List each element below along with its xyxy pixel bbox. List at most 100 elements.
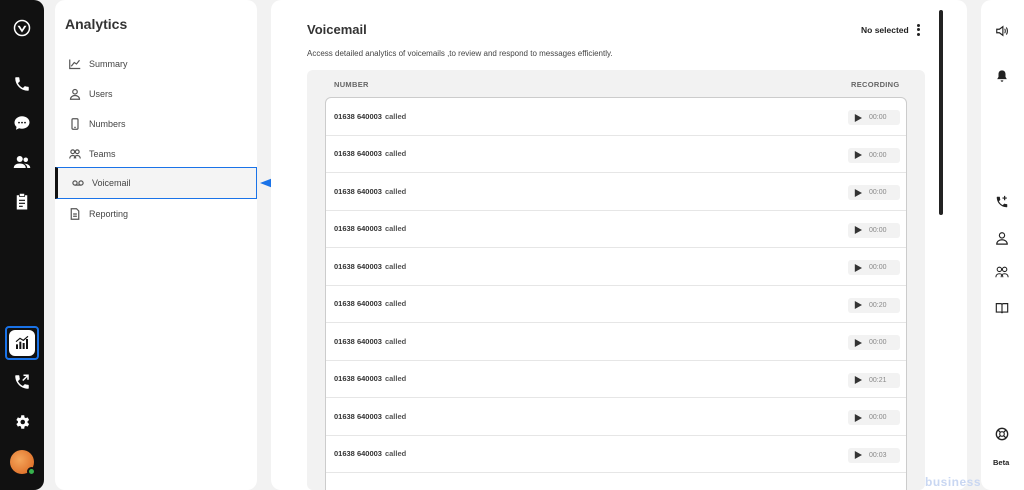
call-status: called [384,261,407,271]
table-row[interactable]: 01638 640003 called 00:21 [326,361,906,398]
call-status: called [384,149,407,159]
bell-icon[interactable] [992,66,1012,86]
table-row[interactable]: 01638 640003 called 00:00 [326,323,906,361]
book-icon[interactable] [992,298,1012,318]
analytics-nav-panel: Analytics Summary Users Numbers Teams Vo… [55,0,257,490]
caller-number: 01638 640003 [334,186,382,196]
nav-item-teams[interactable]: Teams [55,138,257,170]
play-recording-button[interactable]: 00:03 [848,447,900,463]
play-icon [854,113,862,122]
voicemail-panel: Voicemail Access detailed analytics of v… [271,0,967,490]
settings-icon[interactable] [6,406,38,438]
analytics-icon[interactable] [5,326,39,360]
table-row[interactable]: 01638 640003 called 00:00 [326,248,906,286]
caller-number: 01638 640003 [334,336,382,346]
play-icon [854,151,862,159]
nav-item-voicemail[interactable]: Voicemail [55,167,257,199]
play-recording-button[interactable]: 00:00 [848,410,900,425]
play-recording-button[interactable]: 00:00 [848,260,900,275]
play-recording-button[interactable]: 00:00 [848,110,900,125]
nav-item-reporting[interactable]: Reporting [55,198,257,230]
nav-title: Analytics [65,16,128,32]
phone-plus-icon[interactable] [992,192,1012,212]
call-forward-icon[interactable] [6,366,38,398]
recording-duration: 00:00 [869,226,887,234]
logo-icon[interactable] [6,12,38,44]
recording-duration: 00:00 [869,339,887,346]
page-subtitle: Access detailed analytics of voicemails … [307,49,613,58]
table-row[interactable]: 01638 640003 called 00:20 [326,286,906,323]
recording-duration: 00:00 [869,189,887,196]
table-row[interactable]: 01638 640003 called 00:00 [326,398,906,436]
nav-item-label: Users [89,89,113,99]
play-icon [854,413,862,422]
left-rail [0,0,44,490]
recording-duration: 00:03 [869,451,887,459]
voicemail-table: NUMBER RECORDING 01638 640003 called 00:00… [307,70,925,490]
caller-number: 01638 640003 [334,149,382,159]
play-recording-button[interactable]: 00:21 [848,372,900,388]
user-icon [69,88,81,100]
nav-item-label: Summary [89,59,128,69]
table-row[interactable]: 01638 640003 called 00:00 [326,211,906,248]
nav-item-label: Voicemail [92,178,131,188]
table-row[interactable]: 01638 640003 called 00:00 [326,98,906,136]
caller-number: 01638 640003 [334,411,382,421]
play-recording-button[interactable]: 00:00 [848,147,900,163]
trend-icon [69,59,81,70]
brand-watermark: business [925,475,982,489]
recording-duration: 00:00 [869,264,887,271]
users-icon[interactable] [992,262,1012,282]
play-recording-button[interactable]: 00:00 [848,335,900,350]
chat-icon[interactable] [6,107,38,139]
call-status: called [384,111,407,121]
teams-icon [69,149,81,159]
recording-duration: 00:00 [869,414,887,421]
call-status: called [384,224,407,234]
caller-number: 01638 640003 [334,374,382,384]
call-status: called [384,186,407,196]
play-icon [854,226,862,234]
speaker-icon[interactable] [992,21,1012,41]
voicemail-icon [72,180,84,186]
recording-duration: 00:00 [869,114,887,121]
right-panel: Beta [981,0,1024,490]
play-icon [854,376,862,384]
table-row[interactable]: 01638 640003 called 00:03 [326,436,906,473]
play-recording-button[interactable]: 00:00 [848,185,900,200]
user-icon[interactable] [992,228,1012,248]
voicemail-rows: 01638 640003 called 00:00 01638 640003 calle… [325,97,907,490]
nav-item-users[interactable]: Users [55,78,257,110]
more-options-icon[interactable] [915,22,921,38]
caller-number: 01638 640003 [334,449,382,459]
play-icon [854,263,862,272]
nav-item-label: Reporting [89,209,129,219]
call-status: called [384,336,407,346]
recording-duration: 00:00 [869,151,887,159]
play-recording-button[interactable]: 00:00 [848,222,900,238]
help-icon[interactable] [992,424,1012,444]
play-icon [854,451,862,459]
call-status: called [384,449,407,459]
caller-number: 01638 640003 [334,111,382,121]
recording-duration: 00:21 [869,376,887,384]
column-header-number: NUMBER [334,80,369,89]
nav-item-summary[interactable]: Summary [55,48,257,80]
contacts-icon[interactable] [6,146,38,178]
column-header-recording: RECORDING [851,80,900,89]
caller-number: 01638 640003 [334,224,382,234]
table-row[interactable]: 01638 640003 called 00:00 [326,173,906,211]
phone-icon[interactable] [6,68,38,100]
nav-item-numbers[interactable]: Numbers [55,108,257,140]
clipboard-icon[interactable] [6,186,38,218]
recording-duration: 00:20 [869,301,887,309]
avatar[interactable] [10,450,36,476]
beta-label: Beta [993,458,1010,467]
nav-item-label: Teams [89,149,116,159]
table-row[interactable]: 01638 640003 called 00:00 [326,136,906,173]
play-recording-button[interactable]: 00:20 [848,297,900,313]
scrollbar-thumb[interactable] [939,10,943,215]
play-icon [854,301,862,309]
caller-number: 01638 640003 [334,299,382,309]
page-title: Voicemail [307,22,367,37]
